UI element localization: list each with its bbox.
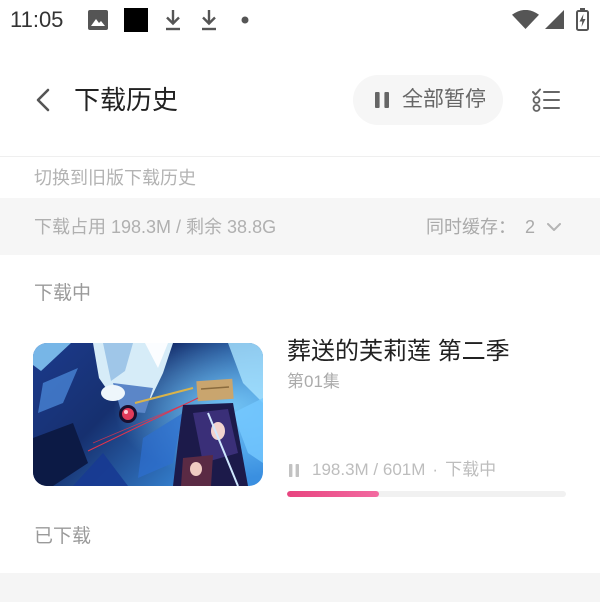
battery-charging-icon <box>576 8 589 31</box>
downloaded-list-area <box>0 573 600 602</box>
pause-all-button[interactable]: 全部暂停 <box>353 75 503 125</box>
checklist-icon[interactable] <box>532 88 560 112</box>
item-episode: 第01集 <box>287 372 340 391</box>
section-title-downloading: 下载中 <box>34 283 92 304</box>
storage-info-bar: 下载占用 198.3M / 剩余 38.8G 同时缓存： 2 <box>0 198 600 255</box>
video-thumbnail <box>33 343 263 486</box>
wifi-icon <box>512 10 539 29</box>
gallery-icon <box>88 10 108 30</box>
pause-all-label: 全部暂停 <box>402 88 486 111</box>
signal-icon <box>545 10 564 29</box>
status-time: 11:05 <box>10 7 64 32</box>
download-progress-bar <box>287 491 566 497</box>
status-bar: 11:05 <box>0 0 600 40</box>
page-title: 下载历史 <box>74 85 179 115</box>
download-icon <box>164 9 182 31</box>
concurrent-cache-select[interactable]: 同时缓存： 2 <box>426 214 562 240</box>
download-item[interactable]: 葬送的芙莉莲 第二季 第01集 198.3M / 601M · 下载中 <box>0 330 600 506</box>
concurrent-cache-value: 2 <box>525 217 536 237</box>
concurrent-cache-label: 同时缓存： <box>426 217 516 237</box>
pause-icon <box>289 463 299 477</box>
black-square-icon <box>124 8 148 32</box>
storage-usage-text: 下载占用 198.3M / 剩余 38.8G <box>34 217 277 237</box>
item-size-progress: 198.3M / 601M <box>312 460 426 479</box>
item-status-line: 198.3M / 601M · 下载中 <box>289 458 496 482</box>
download-icon <box>200 9 218 31</box>
chevron-left-icon[interactable] <box>36 88 50 112</box>
chevron-down-icon <box>547 223 562 231</box>
dot-icon <box>241 16 249 24</box>
item-status-separator: · <box>432 460 439 479</box>
item-status: 下载中 <box>445 460 497 479</box>
download-progress-fill <box>287 491 380 497</box>
pause-icon <box>375 92 389 108</box>
section-title-downloaded: 已下载 <box>34 526 92 547</box>
header-divider <box>0 156 600 157</box>
switch-old-history-link[interactable]: 切换到旧版下载历史 <box>34 165 196 191</box>
item-title: 葬送的芙莉莲 第二季 <box>287 338 510 365</box>
